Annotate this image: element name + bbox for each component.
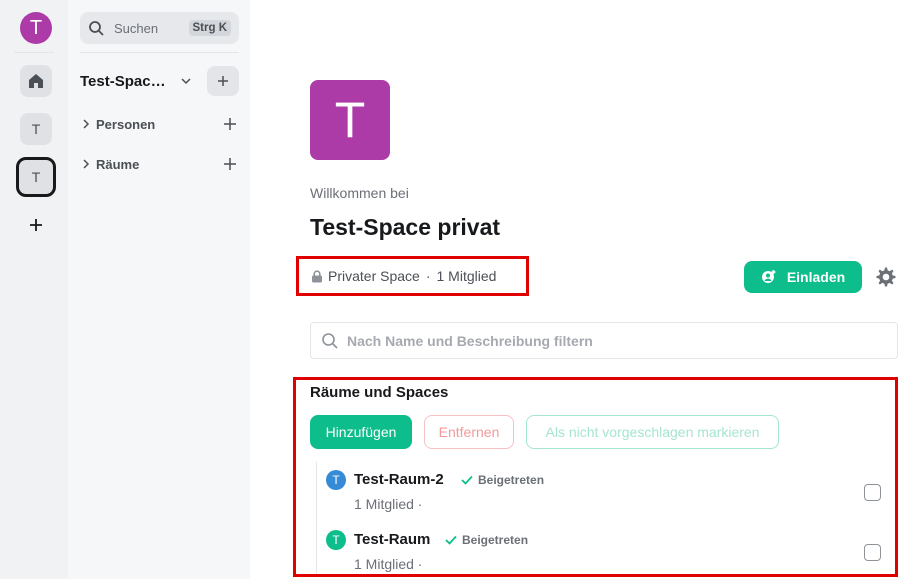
rooms-heading: Räume und Spaces <box>310 384 449 401</box>
add-room-icon[interactable] <box>224 158 236 170</box>
search-label: Suchen <box>114 20 159 36</box>
space-add-button[interactable] <box>207 66 239 96</box>
home-icon <box>29 74 43 88</box>
space-home: T Willkommen bei Test-Space privat Priva… <box>250 0 903 579</box>
checkmark-icon <box>461 475 473 485</box>
space-name: Test-Spac… <box>80 72 166 90</box>
section-rooms-label: Räume <box>96 156 140 172</box>
section-rooms[interactable]: Räume <box>80 154 240 174</box>
joined-badge: Beigetreten <box>444 533 528 547</box>
checkmark-icon <box>445 535 457 545</box>
space-avatar-2-label: T <box>31 169 41 185</box>
welcome-text: Willkommen bei <box>310 185 409 201</box>
tree-line <box>316 462 317 574</box>
add-button[interactable]: Hinzufügen <box>310 415 412 449</box>
invite-button[interactable]: Einladen <box>744 261 862 293</box>
section-persons[interactable]: Personen <box>80 114 240 134</box>
room-item[interactable]: T Test-Raum-2 Beigetreten 1 Mitglied · <box>326 470 886 520</box>
room-checkbox[interactable] <box>864 484 881 501</box>
room-name: Test-Raum <box>354 531 431 548</box>
joined-label: Beigetreten <box>462 533 529 547</box>
gear-icon[interactable] <box>874 265 898 289</box>
add-person-icon[interactable] <box>224 118 236 130</box>
space-header[interactable]: Test-Spac… <box>80 66 240 96</box>
space-info: Privater Space · 1 Mitglied <box>296 256 529 296</box>
mark-unsuggested-button[interactable]: Als nicht vorgeschlagen markieren <box>526 415 779 449</box>
room-avatar: T <box>326 470 346 490</box>
lock-icon <box>312 269 322 282</box>
chevron-down-icon <box>181 78 191 85</box>
chevron-right-icon <box>83 119 90 129</box>
member-count[interactable]: 1 Mitglied <box>437 268 497 284</box>
space-rail: T T T <box>0 0 68 579</box>
chevron-right-icon <box>83 159 90 169</box>
room-members: 1 Mitglied · <box>354 556 423 572</box>
invite-label: Einladen <box>786 269 846 285</box>
room-members: 1 Mitglied · <box>354 496 423 512</box>
search-shortcut: Strg K <box>188 20 231 36</box>
room-checkbox[interactable] <box>864 544 881 561</box>
info-separator: · <box>425 268 431 284</box>
room-avatar: T <box>326 530 346 550</box>
home-button[interactable] <box>20 65 52 97</box>
room-filter-field[interactable] <box>310 322 898 359</box>
space-avatar-2-selected[interactable]: T <box>16 157 56 197</box>
remove-button[interactable]: Entfernen <box>424 415 514 449</box>
rail-divider <box>14 52 54 53</box>
create-space-button[interactable] <box>24 213 48 237</box>
joined-badge: Beigetreten <box>460 473 544 487</box>
page-title: Test-Space privat <box>310 214 501 240</box>
plus-icon <box>30 219 42 231</box>
space-avatar-large: T <box>310 80 390 160</box>
joined-label: Beigetreten <box>478 473 545 487</box>
room-filter-input[interactable] <box>347 332 847 349</box>
room-item[interactable]: T Test-Raum Beigetreten 1 Mitglied · <box>326 530 886 574</box>
invite-user-icon <box>761 270 776 283</box>
search-button[interactable]: Suchen Strg K <box>80 12 239 44</box>
user-avatar[interactable]: T <box>20 12 52 44</box>
space-avatar-1[interactable]: T <box>20 113 52 145</box>
search-icon <box>322 332 338 349</box>
rooms-and-spaces-section: Räume und Spaces Hinzufügen Entfernen Al… <box>293 377 898 577</box>
section-persons-label: Personen <box>96 116 156 132</box>
panel-divider <box>80 52 239 53</box>
room-list-panel: Suchen Strg K Test-Spac… Personen Räume <box>68 0 250 579</box>
privacy-label: Privater Space <box>328 268 420 284</box>
plus-icon <box>218 76 228 86</box>
search-icon <box>89 21 104 36</box>
room-name: Test-Raum-2 <box>354 471 444 488</box>
